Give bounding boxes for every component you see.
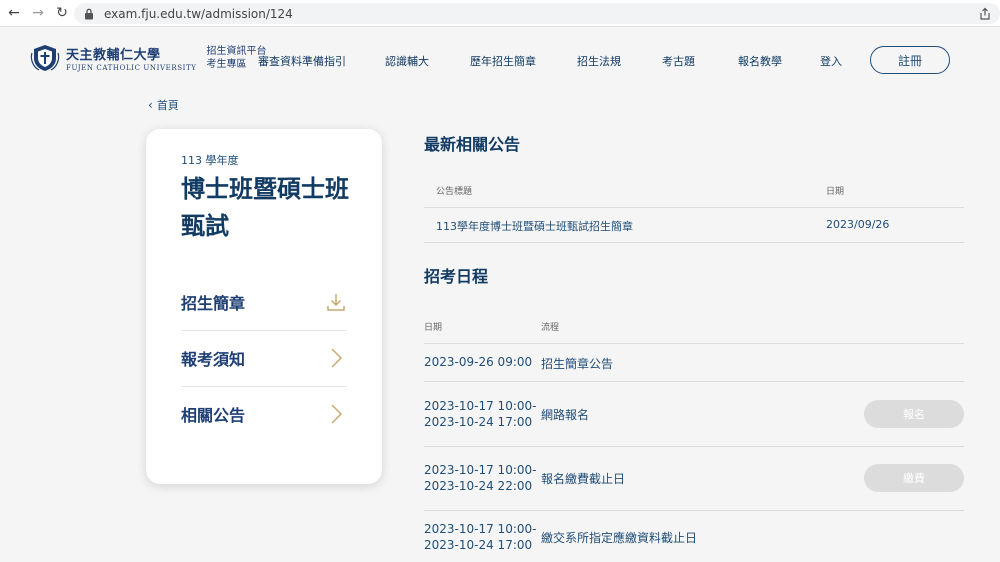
nav-registration-tutorial[interactable]: 報名教學 (738, 53, 782, 69)
schedule-date: 2023-10-17 10:00- 2023-10-24 17:00 (424, 398, 536, 430)
schedule-step: 網路報名 (541, 408, 590, 422)
schedule-step-header: 流程 (541, 323, 560, 333)
reload-icon[interactable]: ↻ (52, 3, 72, 23)
announcements-title: 最新相關公告 (424, 135, 521, 154)
nav-past-brochures[interactable]: 歷年招生簡章 (470, 53, 536, 69)
address-bar[interactable]: exam.fju.edu.tw/admission/124 (74, 3, 1000, 24)
nav-review-guide[interactable]: 審查資料準備指引 (258, 53, 346, 69)
card-link-label: 招生簡章 (181, 294, 246, 313)
announcement-link[interactable]: 113學年度博士班暨碩士班甄試招生簡章 (436, 218, 633, 234)
schedule-step: 報名繳費截止日 (541, 472, 626, 486)
schedule-step: 招生簡章公告 (541, 357, 614, 371)
card-link-instructions[interactable]: 報考須知 (181, 330, 347, 386)
chevron-right-icon (331, 404, 343, 424)
schedule-date-start: 2023-10-17 10:00- (424, 463, 537, 477)
browser-toolbar: ← → ↻ exam.fju.edu.tw/admission/124 (0, 0, 1000, 27)
program-title: 博士班暨碩士班甄試 (181, 175, 349, 240)
schedule-date: 2023-09-26 09:00 (424, 354, 532, 370)
divider (424, 242, 964, 243)
download-icon (327, 294, 345, 311)
chevron-right-icon (331, 348, 343, 368)
breadcrumb-home[interactable]: 首頁 (157, 97, 179, 113)
schedule-date-start: 2023-10-17 10:00- (424, 399, 537, 413)
schedule-date-end: 2023-10-24 17:00 (424, 415, 533, 429)
schedule-date: 2023-10-17 10:00- 2023-10-24 17:00 (424, 521, 536, 553)
schedule-title: 招考日程 (424, 267, 489, 286)
schedule-date-header: 日期 (424, 323, 443, 333)
announcement-title-header: 公告標題 (436, 187, 473, 197)
university-crest-icon (30, 45, 60, 71)
site-header: 天主教輔仁大學 FUJEN CATHOLIC UNIVERSITY 招生資訊平台… (0, 27, 1000, 91)
card-link-label: 相關公告 (181, 406, 246, 425)
divider (424, 207, 964, 208)
schedule-step: 繳交系所指定應繳資料截止日 (541, 531, 698, 545)
divider (424, 446, 964, 447)
url-text[interactable]: exam.fju.edu.tw/admission/124 (104, 7, 293, 21)
academic-year: 113 學年度 (181, 154, 239, 167)
divider (424, 343, 964, 344)
schedule-date-start: 2023-09-26 09:00 (424, 355, 533, 369)
divider (424, 510, 964, 511)
card-link-announcements[interactable]: 相關公告 (181, 386, 347, 442)
register-online-button[interactable]: 報名 (864, 400, 964, 428)
card-link-label: 報考須知 (181, 350, 246, 369)
schedule-date-end: 2023-10-24 22:00 (424, 479, 533, 493)
announcement-date-header: 日期 (826, 187, 845, 197)
nav-past-exams[interactable]: 考古題 (662, 53, 695, 69)
card-link-brochure[interactable]: 招生簡章 (181, 274, 347, 330)
chevron-left-icon: ‹ (148, 98, 153, 112)
logo-english-name: FUJEN CATHOLIC UNIVERSITY (66, 64, 197, 72)
back-arrow-icon[interactable]: ← (4, 3, 24, 23)
forward-arrow-icon[interactable]: → (28, 3, 48, 23)
site-logo[interactable]: 天主教輔仁大學 FUJEN CATHOLIC UNIVERSITY 招生資訊平台… (30, 43, 266, 73)
announcement-date: 2023/09/26 (826, 218, 890, 231)
lock-icon[interactable] (82, 7, 96, 21)
register-button[interactable]: 註冊 (870, 46, 950, 74)
schedule-date-end: 2023-10-24 17:00 (424, 538, 533, 552)
nav-login[interactable]: 登入 (820, 53, 842, 69)
schedule-date-start: 2023-10-17 10:00- (424, 522, 537, 536)
nav-about-fju[interactable]: 認識輔大 (385, 53, 429, 69)
schedule-date: 2023-10-17 10:00- 2023-10-24 22:00 (424, 462, 536, 494)
logo-chinese-name: 天主教輔仁大學 (66, 48, 161, 63)
share-icon[interactable] (978, 6, 992, 20)
breadcrumb[interactable]: ‹ 首頁 (148, 97, 179, 113)
divider (424, 381, 964, 382)
program-card: 113 學年度 博士班暨碩士班甄試 招生簡章 報考須知 相關公告 (146, 129, 382, 484)
payment-button[interactable]: 繳費 (864, 464, 964, 492)
nav-admission-rules[interactable]: 招生法規 (577, 53, 621, 69)
